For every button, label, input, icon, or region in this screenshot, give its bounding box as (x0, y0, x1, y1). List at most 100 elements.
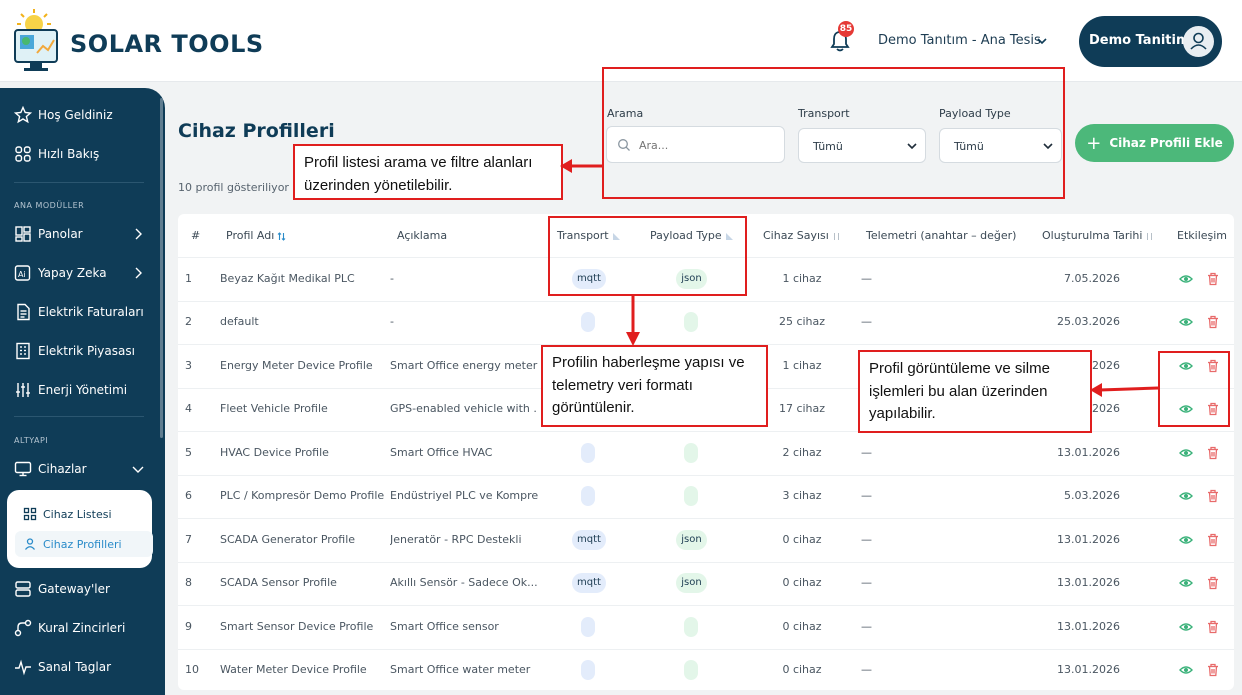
transport-badge-empty (581, 486, 595, 507)
cell-telemetry: — (861, 489, 872, 503)
sidebar-item-gateways[interactable]: Gateway'ler (0, 574, 160, 604)
cell-device-count: 1 cihaz (782, 358, 822, 372)
sidebar-subitem-device-profiles[interactable]: Cihaz Profilleri (15, 531, 153, 557)
view-eye-icon[interactable] (1179, 489, 1193, 503)
view-eye-icon[interactable] (1179, 663, 1193, 677)
transport-badge-empty (581, 442, 595, 463)
column-header-device-count[interactable]: Cihaz Sayısı (763, 229, 841, 242)
cell-profile-name: SCADA Generator Profile (220, 532, 356, 546)
sidebar-item-virtual-tags[interactable]: Sanal Taglar (0, 652, 160, 682)
view-eye-icon[interactable] (1179, 620, 1193, 634)
annotation-arrow-left-icon (560, 159, 604, 173)
cell-profile-name: Smart Sensor Device Profile (220, 619, 374, 633)
add-button-label: Cihaz Profili Ekle (1109, 136, 1223, 150)
delete-trash-icon[interactable] (1206, 533, 1220, 547)
payload-badge: json (676, 573, 707, 594)
sidebar-item-rule-chains[interactable]: Kural Zincirleri (0, 613, 160, 643)
transport-badge-empty (581, 616, 595, 637)
view-eye-icon[interactable] (1179, 272, 1193, 286)
cell-device-count: 0 cihaz (782, 619, 822, 633)
cell-profile-name: Energy Meter Device Profile (220, 358, 373, 372)
row-divider (178, 605, 1234, 606)
sidebar-item-market[interactable]: Elektrik Piyasası (0, 336, 160, 366)
delete-trash-icon[interactable] (1206, 446, 1220, 460)
sidebar-item-quick-view[interactable]: Hızlı Bakış (0, 139, 160, 169)
brand-name: SOLAR TOOLS (70, 30, 264, 58)
sidebar-item-invoices[interactable]: Elektrik Faturaları (0, 297, 160, 327)
sidebar-item-energy[interactable]: Enerji Yönetimi (0, 375, 160, 405)
invoice-icon (17, 303, 30, 321)
cell-number: 9 (185, 619, 192, 633)
annotation-actions: Profil görüntüleme ve silme işlemleri bu… (858, 350, 1092, 433)
sidebar-item-label: Kural Zincirleri (38, 621, 126, 635)
user-menu-button[interactable]: Demo Tanitim (1079, 16, 1222, 67)
sidebar-item-devices[interactable]: Cihazlar (0, 454, 160, 484)
cell-number: 8 (185, 576, 192, 590)
cell-number: 1 (185, 271, 192, 285)
cell-created-date: 25.03.2026 (1057, 315, 1120, 329)
cell-created-date: 13.01.2026 (1057, 445, 1120, 459)
chevron-right-icon (135, 228, 142, 240)
cell-profile-name: SCADA Sensor Profile (220, 576, 337, 590)
sidebar-item-welcome[interactable]: Hoş Geldiniz (0, 100, 160, 130)
cell-number: 10 (185, 663, 199, 677)
cell-description: Smart Office HVAC (390, 445, 493, 459)
delete-trash-icon[interactable] (1206, 576, 1220, 590)
sidebar-item-label: Enerji Yönetimi (38, 383, 128, 397)
sidebar-subitem-device-list[interactable]: Cihaz Listesi (7, 501, 152, 527)
cell-created-date: 5.03.2026 (1064, 489, 1120, 503)
column-header-actions: Etkileşim (1177, 229, 1228, 242)
chevron-down-icon[interactable] (1037, 37, 1047, 45)
delete-trash-icon[interactable] (1206, 272, 1220, 286)
payload-badge-empty (684, 312, 698, 333)
sidebar-item-label: Hoş Geldiniz (38, 108, 113, 122)
cell-description: GPS-enabled vehicle with ... (390, 402, 538, 416)
cell-profile-name: HVAC Device Profile (220, 445, 329, 459)
row-divider (178, 300, 1234, 302)
chevron-right-icon (135, 267, 142, 279)
cell-description: Smart Office energy meter (390, 358, 538, 372)
pulse-icon (15, 659, 31, 676)
market-icon (16, 342, 30, 360)
column-header-profile-name[interactable]: Profil Adı (226, 229, 286, 242)
delete-trash-icon[interactable] (1206, 663, 1220, 677)
delete-trash-icon[interactable] (1206, 620, 1220, 634)
delete-trash-icon[interactable] (1206, 489, 1220, 503)
cell-created-date: 13.01.2026 (1057, 663, 1120, 677)
column-header-created-date[interactable]: Oluşturulma Tarihi (1042, 229, 1154, 242)
tenant-selector[interactable]: Demo Tanıtım - Ana Tesis (878, 33, 1041, 48)
column-header-label: Oluşturulma Tarihi (1042, 229, 1143, 242)
cell-profile-name: default (220, 315, 259, 329)
cell-device-count: 0 cihaz (782, 576, 822, 590)
sliders-icon (16, 383, 30, 397)
view-eye-icon[interactable] (1179, 315, 1193, 329)
row-divider (178, 474, 1234, 476)
server-icon (15, 581, 31, 597)
rule-chain-icon (14, 619, 32, 637)
cell-telemetry: — (861, 576, 872, 590)
view-eye-icon[interactable] (1179, 446, 1193, 460)
cell-profile-name: Fleet Vehicle Profile (220, 402, 328, 416)
column-header-label: Cihaz Sayısı (763, 229, 829, 242)
page-title: Cihaz Profilleri (178, 120, 335, 142)
cell-telemetry: — (861, 271, 872, 285)
sidebar-item-label: Panolar (38, 227, 83, 241)
view-eye-icon[interactable] (1179, 533, 1193, 547)
avatar (1183, 26, 1214, 57)
view-eye-icon[interactable] (1179, 576, 1193, 590)
delete-trash-icon[interactable] (1206, 315, 1220, 329)
column-header-number: # (191, 229, 201, 242)
sidebar-divider (14, 416, 144, 417)
sidebar-item-panolar[interactable]: Panolar (0, 219, 160, 249)
sidebar-item-ai[interactable]: Ai Yapay Zeka (0, 258, 160, 288)
payload-badge: json (676, 529, 707, 550)
sort-icon[interactable] (277, 231, 286, 241)
cell-number: 4 (185, 402, 192, 416)
annotation-arrow-down-icon (626, 296, 640, 346)
svg-text:Ai: Ai (18, 270, 26, 279)
cell-description: - (390, 315, 394, 329)
sort-icon[interactable] (1145, 232, 1154, 241)
cell-number: 3 (185, 358, 192, 372)
add-device-profile-button[interactable]: + Cihaz Profili Ekle (1075, 124, 1234, 162)
sort-icon[interactable] (832, 232, 841, 241)
